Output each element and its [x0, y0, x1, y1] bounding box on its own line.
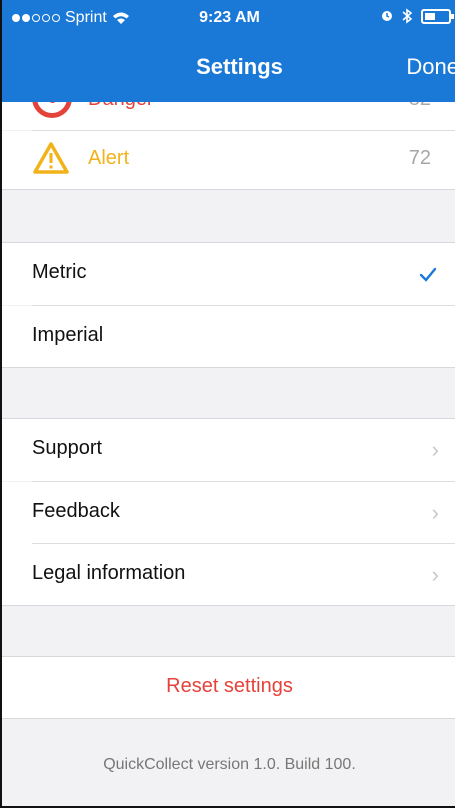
battery-icon [421, 8, 454, 24]
alert-label: Alert [88, 147, 130, 169]
chevron-right-icon: › [431, 437, 439, 462]
reset-settings-button[interactable]: Reset settings [2, 657, 455, 719]
reset-settings-label: Reset settings [166, 675, 293, 697]
alarm-icon [382, 11, 392, 21]
alert-value: 72 [408, 147, 431, 169]
metric-label: Metric [32, 261, 87, 283]
threshold-row-alert[interactable]: Alert 72 [2, 131, 455, 189]
status-bar: Sprint 9:23 AM [2, 0, 455, 38]
status-icons [381, 8, 454, 24]
legal-information-label: Legal information [32, 562, 186, 584]
page-title: Settings [196, 54, 283, 79]
unit-option-imperial[interactable]: Imperial [2, 306, 455, 368]
feedback-label: Feedback [32, 500, 120, 522]
chevron-right-icon: › [431, 500, 439, 525]
top-bar: Sprint 9:23 AM Settings Done [2, 0, 455, 102]
chevron-right-icon: › [431, 562, 439, 587]
done-button[interactable]: Done [406, 54, 455, 80]
support-row[interactable]: Support › [2, 419, 455, 481]
feedback-row[interactable]: Feedback › [2, 482, 455, 544]
support-label: Support [32, 437, 103, 459]
warning-icon [33, 142, 69, 174]
checkmark-icon [419, 267, 437, 282]
settings-screen: Sprint 9:23 AM Settings Done Alert 72 Me… [0, 0, 455, 808]
nav-bar: Settings Done [2, 46, 455, 96]
unit-option-metric[interactable]: Metric [2, 243, 455, 305]
imperial-label: Imperial [32, 324, 104, 346]
bluetooth-icon [402, 8, 413, 24]
legal-information-row[interactable]: Legal information › [2, 544, 455, 606]
version-footer: QuickCollect version 1.0. Build 100. [103, 756, 356, 773]
